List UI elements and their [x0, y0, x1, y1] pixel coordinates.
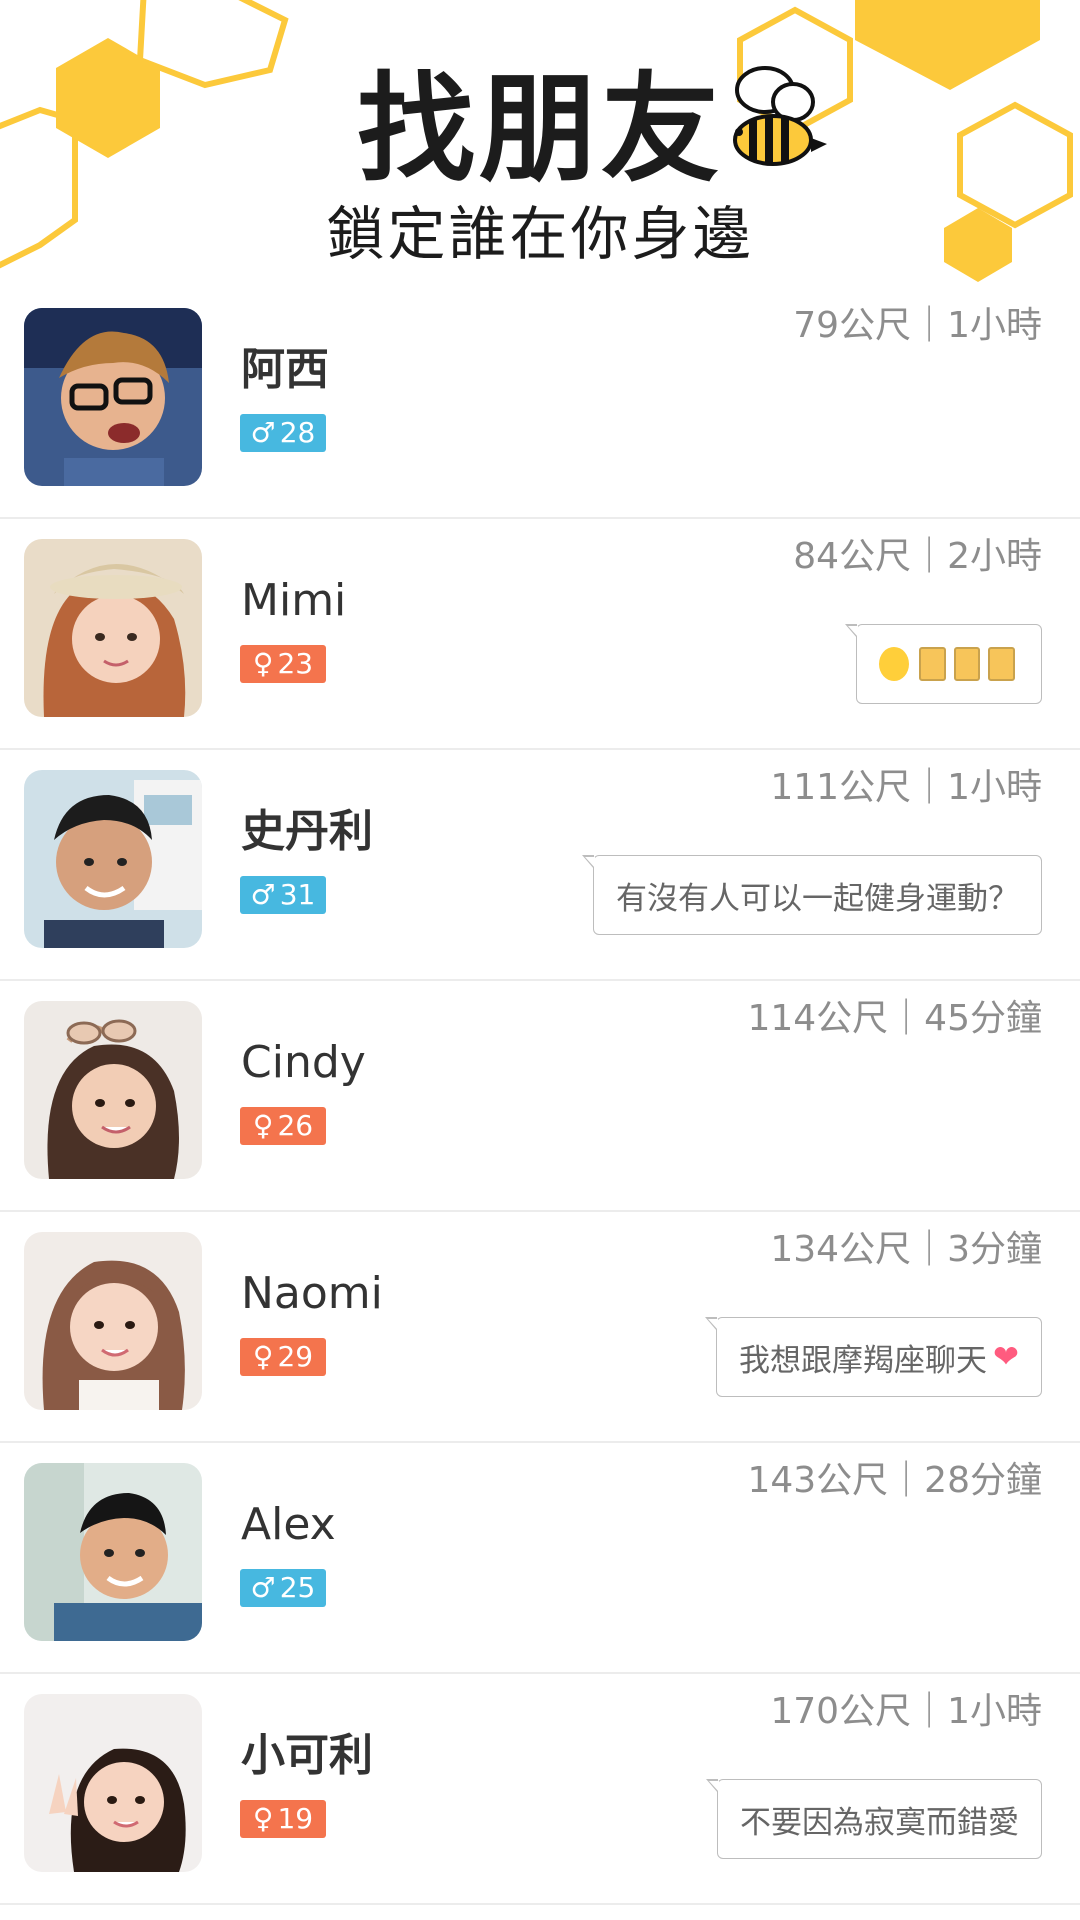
user-age: 25 — [279, 1571, 316, 1604]
avatar[interactable] — [24, 1463, 202, 1641]
user-name: 阿西 — [241, 344, 329, 395]
gender-age-badge: ♂ 28 — [240, 414, 326, 452]
user-age: 19 — [277, 1802, 314, 1835]
gender-age-badge: ♀ 29 — [240, 1338, 326, 1376]
avatar[interactable] — [24, 1001, 202, 1179]
user-name: Naomi — [241, 1268, 383, 1319]
distance-time: 84公尺｜2小時 — [793, 536, 1042, 577]
beer-emoji-icon — [918, 647, 946, 681]
status-message-bubble[interactable]: 有沒有人可以一起健身運動？ — [582, 855, 1042, 935]
distance-time: 134公尺｜3分鐘 — [770, 1229, 1042, 1270]
user-row[interactable]: Naomi ♀ 29 134公尺｜3分鐘 我想跟摩羯座聊天 ❤ — [0, 1212, 1080, 1443]
distance-time: 111公尺｜1小時 — [770, 767, 1042, 808]
distance-time: 79公尺｜1小時 — [793, 305, 1042, 346]
page-subtitle: 鎖定誰在你身邊 — [326, 200, 754, 268]
bee-mascot-icon — [733, 66, 827, 166]
user-row[interactable]: Mimi ♀ 23 84公尺｜2小時 — [0, 519, 1080, 750]
status-message-bubble[interactable]: 不要因為寂寞而錯愛 — [706, 1779, 1042, 1859]
distance-time: 170公尺｜1小時 — [770, 1691, 1042, 1732]
user-name: Mimi — [241, 575, 347, 626]
heart-emoji-icon: ❤ — [993, 1339, 1019, 1375]
male-icon: ♂ — [250, 416, 276, 449]
user-name: 史丹利 — [241, 806, 373, 857]
status-message-bubble[interactable] — [845, 624, 1042, 704]
user-name: 小可利 — [241, 1730, 373, 1781]
user-age: 26 — [277, 1109, 314, 1142]
avatar[interactable] — [24, 308, 202, 486]
distance-time: 114公尺｜45分鐘 — [747, 998, 1042, 1039]
header-banner: 找朋友 鎖定誰在你身邊 — [0, 0, 1080, 290]
gender-age-badge: ♀ 26 — [240, 1107, 326, 1145]
male-icon: ♂ — [250, 878, 276, 911]
female-icon: ♀ — [252, 1109, 274, 1142]
user-name: Cindy — [241, 1037, 366, 1088]
user-name: Alex — [241, 1499, 336, 1550]
gender-age-badge: ♀ 19 — [240, 1800, 326, 1838]
female-icon: ♀ — [252, 1340, 274, 1373]
avatar[interactable] — [24, 1232, 202, 1410]
distance-time: 143公尺｜28分鐘 — [747, 1460, 1042, 1501]
user-age: 31 — [279, 878, 316, 911]
avatar[interactable] — [24, 1694, 202, 1872]
beer-emoji-icon — [953, 647, 981, 681]
avatar[interactable] — [24, 539, 202, 717]
male-icon: ♂ — [250, 1571, 276, 1604]
heart-eyes-emoji-icon — [879, 647, 909, 681]
gender-age-badge: ♀ 23 — [240, 645, 326, 683]
user-age: 28 — [279, 416, 316, 449]
status-message-bubble[interactable]: 我想跟摩羯座聊天 ❤ — [705, 1317, 1042, 1397]
user-age: 29 — [277, 1340, 314, 1373]
user-row[interactable]: 史丹利 ♂ 31 111公尺｜1小時 有沒有人可以一起健身運動？ — [0, 750, 1080, 981]
status-message-text: 我想跟摩羯座聊天 — [739, 1342, 988, 1379]
female-icon: ♀ — [252, 647, 274, 680]
female-icon: ♀ — [252, 1802, 274, 1835]
beer-emoji-icon — [988, 647, 1015, 681]
user-row[interactable]: 阿西 ♂ 28 79公尺｜1小時 — [0, 288, 1080, 519]
nearby-user-list: 阿西 ♂ 28 79公尺｜1小時 Mimi ♀ 23 84公尺｜2小時 史丹利 … — [0, 288, 1080, 1905]
gender-age-badge: ♂ 31 — [240, 876, 326, 914]
user-row[interactable]: Alex ♂ 25 143公尺｜28分鐘 — [0, 1443, 1080, 1674]
page-title: 找朋友 — [356, 60, 723, 198]
user-age: 23 — [277, 647, 314, 680]
user-row[interactable]: Cindy ♀ 26 114公尺｜45分鐘 — [0, 981, 1080, 1212]
user-row[interactable]: 小可利 ♀ 19 170公尺｜1小時 不要因為寂寞而錯愛 — [0, 1674, 1080, 1905]
avatar[interactable] — [24, 770, 202, 948]
gender-age-badge: ♂ 25 — [240, 1569, 326, 1607]
